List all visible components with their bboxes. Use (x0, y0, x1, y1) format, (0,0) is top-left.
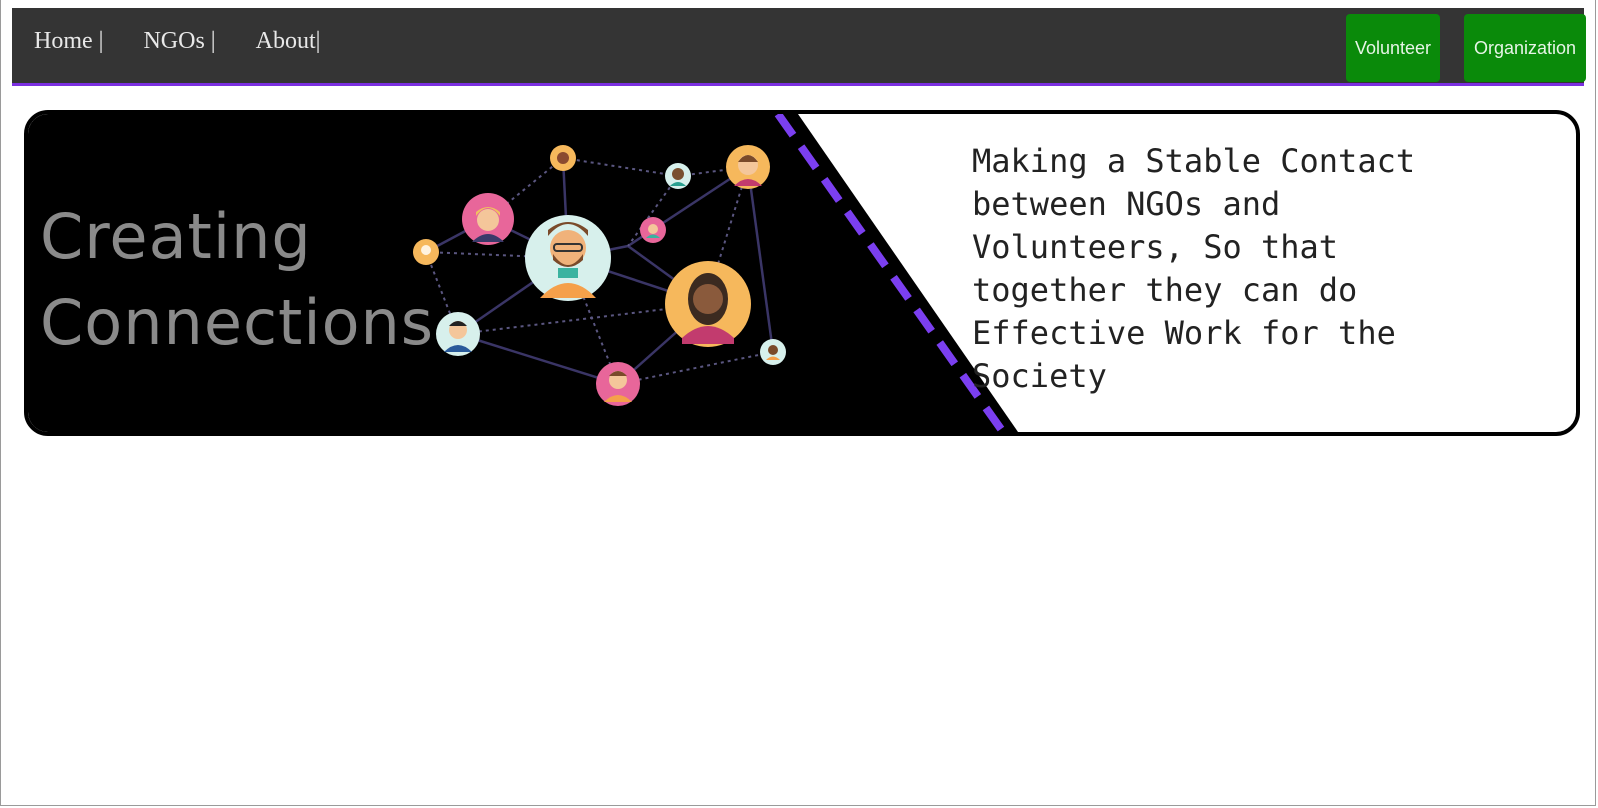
avatar-top-right (726, 145, 770, 189)
avatar-pink-woman (462, 193, 514, 245)
avatar-bottom-pink-man (596, 362, 640, 406)
avatar-top-left-small (550, 145, 576, 171)
nav-home-link[interactable]: Home | (34, 28, 103, 55)
avatar-right-small (760, 339, 786, 365)
nav-about-link[interactable]: About| (256, 28, 321, 55)
hero-title: Creating Connections (40, 194, 434, 366)
avatar-left-man (436, 312, 480, 356)
hero-tagline: Making a Stable Contact between NGOs and… (972, 142, 1416, 395)
volunteer-button[interactable]: Volunteer (1346, 14, 1440, 82)
avatar-small-pink-mid (640, 217, 666, 243)
avatar-top-mid-small (665, 163, 691, 189)
avatar-large-center (525, 215, 611, 301)
organization-button[interactable]: Organization (1464, 14, 1586, 82)
hero-title-line1: Creating (40, 200, 312, 273)
hero-title-line2: Connections (40, 286, 435, 359)
nav-links: Home | NGOs | About| (34, 28, 320, 55)
avatar-large-woman (665, 261, 751, 347)
nav-ngos-link[interactable]: NGOs | (143, 28, 215, 55)
people-network-illustration (413, 145, 786, 406)
hero-banner: Creating Connections Making a Stable Con… (24, 110, 1580, 436)
top-navbar: Home | NGOs | About| Volunteer Organizat… (12, 8, 1586, 86)
avatar-far-left-small (413, 239, 439, 265)
